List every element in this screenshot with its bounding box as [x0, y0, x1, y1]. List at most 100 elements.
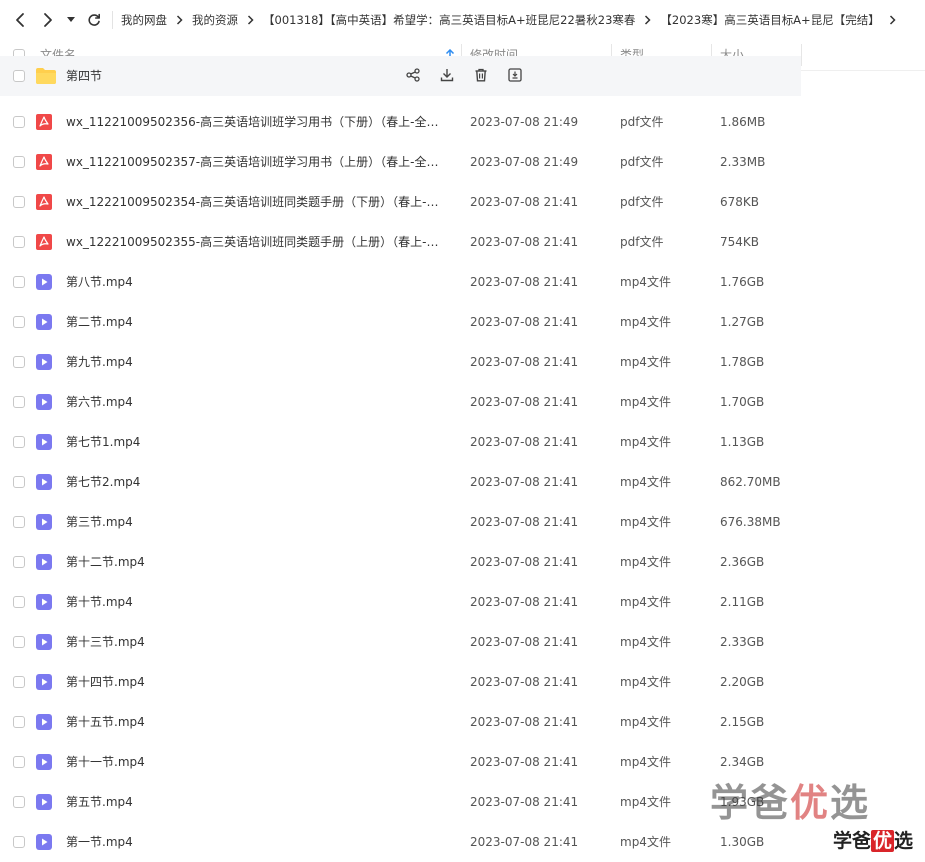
file-modified-date: 2023-07-08 21:41	[470, 635, 579, 649]
file-name[interactable]: wx_11221009502357-高三英语培训班学习用书（上册）（春上-全国版…	[66, 154, 446, 170]
file-row[interactable]: 第六节.mp4 2023-07-08 21:41 mp4文件 1.70GB	[0, 382, 925, 422]
file-row[interactable]: 第十四节.mp4 2023-07-08 21:41 mp4文件 2.20GB	[0, 662, 925, 702]
back-button[interactable]	[6, 6, 34, 34]
file-name[interactable]: 第九节.mp4	[66, 354, 456, 370]
file-row[interactable]: 第二节.mp4 2023-07-08 21:41 mp4文件 1.27GB	[0, 302, 925, 342]
file-row[interactable]: wx_11221009502356-高三英语培训班学习用书（下册）（春上-全国版…	[0, 102, 925, 142]
row-checkbox[interactable]	[13, 756, 25, 768]
file-row[interactable]: 第九节.mp4 2023-07-08 21:41 mp4文件 1.78GB	[0, 342, 925, 382]
row-checkbox[interactable]	[13, 476, 25, 488]
watermark-logo: 学爸优选	[710, 780, 871, 825]
file-type: mp4文件	[620, 475, 671, 489]
file-name[interactable]: 第三节.mp4	[66, 514, 456, 530]
file-name[interactable]: 第十一节.mp4	[66, 754, 456, 770]
file-modified-date: 2023-07-08 21:41	[470, 475, 579, 489]
file-name[interactable]: 第八节.mp4	[66, 274, 456, 290]
file-size: 1.76GB	[720, 275, 765, 289]
breadcrumb-course-folder[interactable]: 【001318】【高中英语】希望学：高三英语目标A+班昆尼22暑秋23寒春	[263, 12, 635, 28]
file-row[interactable]: wx_12221009502355-高三英语培训班同类题手册（上册）（春上-全国…	[0, 222, 925, 262]
row-checkbox[interactable]	[13, 396, 25, 408]
file-type: mp4文件	[620, 835, 671, 849]
file-name[interactable]: 第十三节.mp4	[66, 634, 456, 650]
file-row[interactable]: wx_11221009502357-高三英语培训班学习用书（上册）（春上-全国版…	[0, 142, 925, 182]
file-name[interactable]: 第一节.mp4	[66, 834, 456, 850]
forward-button[interactable]	[34, 6, 62, 34]
file-type: pdf文件	[620, 155, 664, 169]
row-checkbox[interactable]	[13, 796, 25, 808]
file-name[interactable]: 第七节1.mp4	[66, 434, 456, 450]
file-row[interactable]: 第七节1.mp4 2023-07-08 21:41 mp4文件 1.13GB	[0, 422, 925, 462]
column-divider[interactable]	[801, 44, 802, 66]
breadcrumb-separator-icon	[644, 15, 651, 25]
row-checkbox[interactable]	[13, 836, 25, 848]
row-checkbox[interactable]	[13, 716, 25, 728]
file-row[interactable]: 第一节.mp4 2023-07-08 21:41 mp4文件 1.30GB	[0, 822, 925, 862]
row-checkbox[interactable]	[13, 556, 25, 568]
row-checkbox[interactable]	[13, 436, 25, 448]
file-row[interactable]: 第十节.mp4 2023-07-08 21:41 mp4文件 2.11GB	[0, 582, 925, 622]
video-file-icon	[36, 514, 52, 533]
file-modified-date: 2023-07-08 21:49	[470, 115, 579, 129]
row-checkbox[interactable]	[13, 356, 25, 368]
file-row[interactable]: 第十三节.mp4 2023-07-08 21:41 mp4文件 2.33GB	[0, 622, 925, 662]
file-row[interactable]: 第十五节.mp4 2023-07-08 21:41 mp4文件 2.15GB	[0, 702, 925, 742]
file-row[interactable]: 第七节2.mp4 2023-07-08 21:41 mp4文件 862.70MB	[0, 462, 925, 502]
row-checkbox[interactable]	[13, 196, 25, 208]
row-checkbox[interactable]	[13, 676, 25, 688]
file-type: mp4文件	[620, 795, 671, 809]
row-checkbox[interactable]	[13, 70, 25, 82]
file-type: mp4文件	[620, 595, 671, 609]
file-name[interactable]: wx_12221009502354-高三英语培训班同类题手册（下册）（春上-全国…	[66, 194, 446, 210]
breadcrumb-separator-icon	[889, 15, 896, 25]
file-name[interactable]: 第七节2.mp4	[66, 474, 456, 490]
file-row[interactable]: 第三节.mp4 2023-07-08 21:41 mp4文件 676.38MB	[0, 502, 925, 542]
row-checkbox[interactable]	[13, 636, 25, 648]
file-type: pdf文件	[620, 235, 664, 249]
video-file-icon	[36, 274, 52, 293]
row-checkbox[interactable]	[13, 596, 25, 608]
row-checkbox[interactable]	[13, 236, 25, 248]
file-type: mp4文件	[620, 435, 671, 449]
file-row[interactable]: 第八节.mp4 2023-07-08 21:41 mp4文件 1.76GB	[0, 262, 925, 302]
row-checkbox[interactable]	[13, 156, 25, 168]
file-name[interactable]: 第十四节.mp4	[66, 674, 456, 690]
file-row[interactable]: wx_12221009502354-高三英语培训班同类题手册（下册）（春上-全国…	[0, 182, 925, 222]
file-name[interactable]: 第五节.mp4	[66, 794, 456, 810]
row-checkbox[interactable]	[13, 276, 25, 288]
row-checkbox[interactable]	[13, 316, 25, 328]
file-row[interactable]: 第十二节.mp4 2023-07-08 21:41 mp4文件 2.36GB	[0, 542, 925, 582]
file-size: 2.33GB	[720, 635, 765, 649]
file-size: 754KB	[720, 235, 760, 249]
file-type: mp4文件	[620, 315, 671, 329]
breadcrumb-current-folder[interactable]: 【2023寒】高三英语目标A+昆尼【完结】	[660, 12, 879, 28]
file-size: 2.15GB	[720, 715, 765, 729]
row-checkbox[interactable]	[13, 516, 25, 528]
file-modified-date: 2023-07-08 21:41	[470, 835, 579, 849]
row-checkbox[interactable]	[13, 116, 25, 128]
file-name[interactable]: 第十节.mp4	[66, 594, 456, 610]
breadcrumb-separator-icon	[176, 15, 183, 25]
file-size: 1.13GB	[720, 435, 765, 449]
chevron-right-icon	[44, 13, 52, 27]
file-name[interactable]: wx_11221009502356-高三英语培训班学习用书（下册）（春上-全国版…	[66, 114, 446, 130]
video-file-icon	[36, 554, 52, 573]
share-icon[interactable]	[396, 68, 430, 82]
file-type: mp4文件	[620, 715, 671, 729]
file-name[interactable]: 第十二节.mp4	[66, 554, 456, 570]
more-icon[interactable]	[498, 68, 532, 82]
download-icon[interactable]	[430, 68, 464, 82]
refresh-button[interactable]	[80, 6, 108, 34]
folder-row[interactable]: 第四节	[0, 56, 801, 96]
file-type: mp4文件	[620, 635, 671, 649]
file-name[interactable]: 第六节.mp4	[66, 394, 456, 410]
file-size: 2.20GB	[720, 675, 765, 689]
breadcrumb-my-drive[interactable]: 我的网盘	[121, 12, 167, 28]
file-name[interactable]: 第十五节.mp4	[66, 714, 456, 730]
file-name[interactable]: wx_12221009502355-高三英语培训班同类题手册（上册）（春上-全国…	[66, 234, 446, 250]
file-name[interactable]: 第二节.mp4	[66, 314, 456, 330]
watermark-logo-small: 学爸优选	[833, 830, 914, 852]
trash-icon[interactable]	[464, 68, 498, 82]
breadcrumb-my-resources[interactable]: 我的资源	[192, 12, 238, 28]
video-file-icon	[36, 674, 52, 693]
history-dropdown-button[interactable]	[62, 6, 80, 34]
